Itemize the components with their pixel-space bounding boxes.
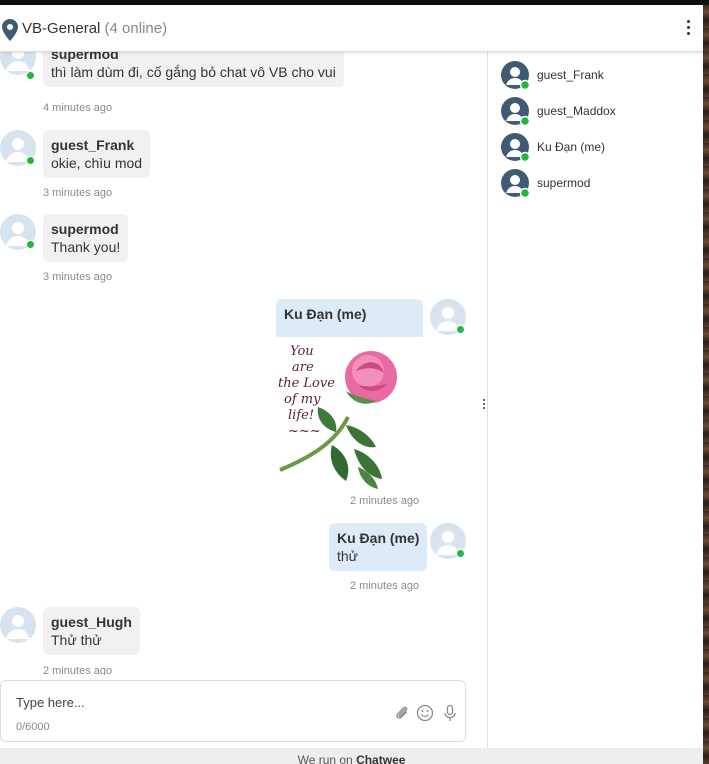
- message-list[interactable]: supermod thì làm dùm đi, cố gắng bỏ chat…: [0, 52, 487, 675]
- message-time: 3 minutes ago: [43, 187, 113, 199]
- online-status-dot: [456, 549, 465, 558]
- paperclip-icon[interactable]: [393, 704, 411, 722]
- message-bubble: guest_Hugh Thử thử: [43, 607, 140, 655]
- image-caption-line: are: [292, 360, 314, 375]
- chat-header: VB-General (4 online): [0, 5, 703, 52]
- user-name: supermod: [537, 176, 591, 190]
- message-time: 3 minutes ago: [43, 271, 113, 283]
- user-avatar-icon: [501, 133, 529, 161]
- message-sender: Ku Đạn (me): [337, 530, 420, 546]
- message-sender: guest_Hugh: [51, 614, 132, 630]
- image-caption-line: ~~~: [288, 424, 321, 439]
- message-sender: supermod: [51, 221, 119, 237]
- message-text: thử: [337, 548, 359, 564]
- rose-illustration: You are the Love of my life! ~~~: [278, 344, 397, 489]
- user-avatar-icon: [501, 61, 529, 89]
- user-list-item[interactable]: Ku Đạn (me): [501, 133, 691, 161]
- online-status-dot: [456, 325, 465, 334]
- footer-text: We run on: [297, 753, 357, 764]
- kebab-menu-icon[interactable]: [684, 20, 692, 38]
- microphone-icon[interactable]: [441, 704, 459, 722]
- message-bubble: Ku Đạn (me): [276, 299, 423, 337]
- character-counter: 0/6000: [16, 721, 50, 733]
- user-name: Ku Đạn (me): [537, 140, 606, 154]
- room-name: VB-General: [22, 20, 101, 37]
- user-name: guest_Frank: [537, 68, 604, 82]
- smiley-icon[interactable]: [416, 704, 434, 722]
- image-caption-line: life!: [288, 408, 314, 423]
- image-caption-line: of my: [284, 392, 321, 407]
- message-text: thì làm dùm đi, cố gắng bỏ chat vô VB ch…: [51, 64, 336, 80]
- message-text: okie, chìu mod: [51, 155, 143, 171]
- chat-app: VB-General (4 online) supermod thì làm d…: [0, 5, 703, 764]
- background-edge: [703, 5, 709, 764]
- message-input[interactable]: Type here...: [16, 695, 85, 710]
- message-time: 2 minutes ago: [43, 665, 113, 675]
- message-sender: supermod: [51, 52, 119, 62]
- online-count: (4 online): [104, 20, 168, 37]
- message-time: 2 minutes ago: [350, 495, 420, 507]
- user-list-item[interactable]: guest_Frank: [501, 61, 691, 89]
- message-sender: guest_Frank: [51, 137, 135, 153]
- user-list: guest_Frank guest_Maddox Ku Đạn (me) sup…: [487, 52, 703, 748]
- user-avatar-icon: [501, 97, 529, 125]
- message-text: Thank you!: [51, 239, 121, 255]
- user-avatar-icon: [501, 169, 529, 197]
- message-bubble: supermod thì làm dùm đi, cố gắng bỏ chat…: [43, 52, 344, 87]
- user-list-item[interactable]: supermod: [501, 169, 691, 197]
- message-composer[interactable]: Type here... 0/6000: [0, 680, 466, 742]
- avatar: [0, 607, 36, 643]
- footer: We run on Chatwee: [0, 748, 703, 764]
- message-time: 2 minutes ago: [350, 580, 420, 592]
- message-bubble: guest_Frank okie, chìu mod: [43, 130, 151, 178]
- user-name: guest_Maddox: [537, 104, 616, 118]
- message-text: Thử thử: [51, 632, 102, 648]
- message-bubble: Ku Đạn (me) thử: [329, 523, 428, 571]
- message-bubble: supermod Thank you!: [43, 214, 129, 262]
- brand-link[interactable]: Chatwee: [356, 753, 405, 764]
- message-sender: Ku Đạn (me): [284, 306, 367, 322]
- panel-resize-handle[interactable]: [482, 399, 486, 413]
- map-pin-icon: [2, 19, 18, 41]
- rose-image[interactable]: You are the Love of my life! ~~~: [276, 337, 423, 545]
- image-caption-line: the Love: [278, 376, 335, 391]
- online-status-dot: [26, 71, 35, 80]
- image-caption-line: You: [290, 344, 314, 359]
- online-status-dot: [26, 240, 35, 249]
- user-list-item[interactable]: guest_Maddox: [501, 97, 691, 125]
- online-status-dot: [26, 156, 35, 165]
- message-time: 4 minutes ago: [43, 102, 113, 114]
- room-title: VB-General (4 online): [22, 20, 167, 37]
